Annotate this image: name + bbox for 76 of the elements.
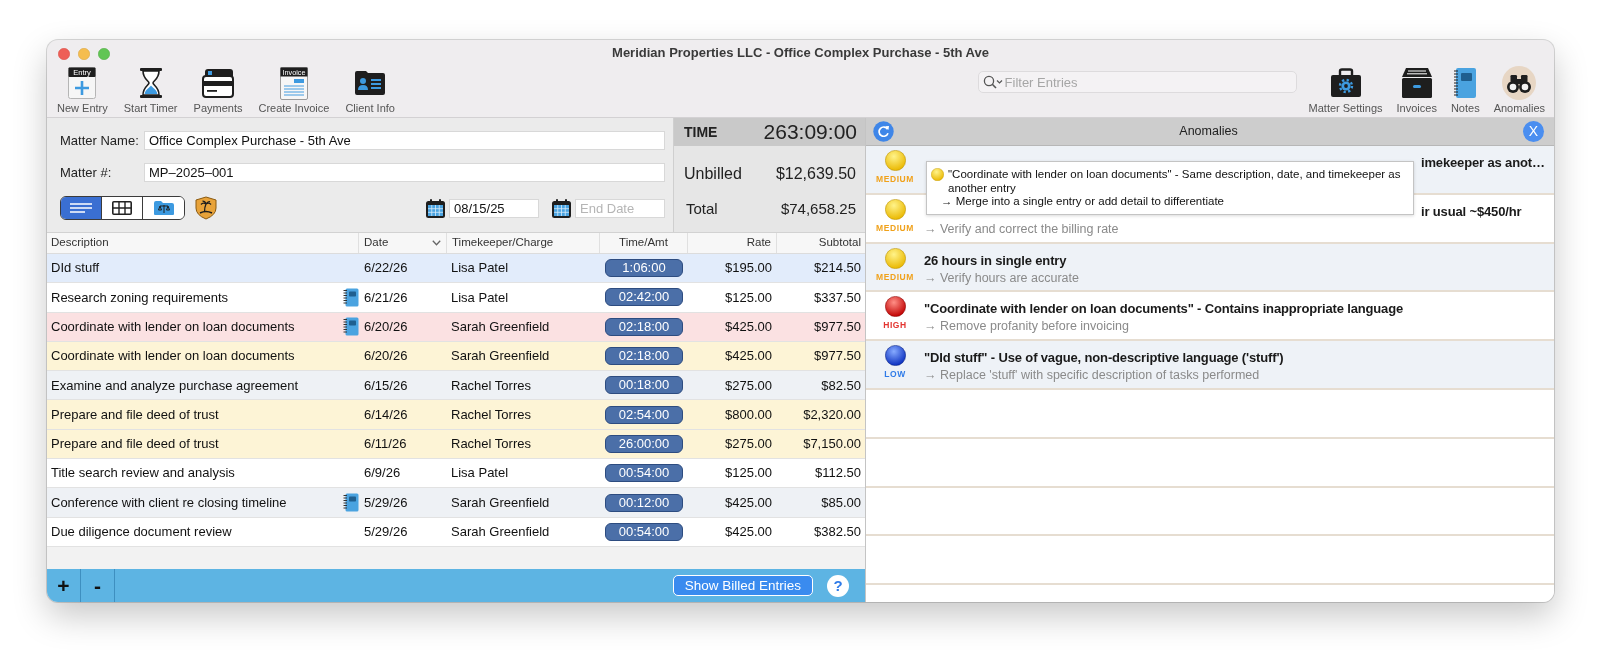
entry-subtotal: $112.50 bbox=[814, 464, 861, 483]
entry-date: 6/9/26 bbox=[364, 464, 401, 483]
hourly-rate: $425.00 bbox=[725, 523, 772, 542]
entry-subtotal: $977.50 bbox=[814, 347, 861, 366]
entry-date: 6/22/26 bbox=[364, 259, 408, 278]
severity-label: HIGH bbox=[883, 320, 907, 331]
hourly-rate: $425.00 bbox=[725, 347, 772, 366]
hourly-rate: $800.00 bbox=[725, 405, 772, 424]
window-title: Meridian Properties LLC - Office Complex Purchase - 5th Ave bbox=[612, 43, 989, 62]
hourly-rate: $275.00 bbox=[725, 435, 772, 454]
entry-description: Conference with client re closing timeline bbox=[51, 493, 287, 512]
field-label: Matter #: bbox=[60, 163, 113, 182]
severity-label: MEDIUM bbox=[875, 222, 915, 233]
entry-subtotal: $82.50 bbox=[821, 376, 861, 395]
entry-subtotal: $977.50 bbox=[814, 318, 861, 336]
entry-date: 6/15/26 bbox=[364, 376, 408, 395]
entry-date: 6/20/26 bbox=[364, 347, 408, 366]
unbilled-label: Unbilled bbox=[684, 164, 742, 184]
entry-date: 6/21/26 bbox=[364, 288, 408, 307]
entry-description: Research zoning requirements bbox=[51, 288, 229, 307]
entry-subtotal: $2,320.00 bbox=[803, 405, 861, 424]
anomaly-suggestion: → Replace 'stuff' with specific description of tasks performed bbox=[924, 367, 1260, 384]
hourly-rate: $425.00 bbox=[725, 318, 772, 336]
entry-subtotal: $214.50 bbox=[814, 259, 861, 278]
hourly-rate: $125.00 bbox=[725, 288, 772, 307]
anomaly-title: "Coordinate with lender on loan documents" - Contains inappropriate language bbox=[924, 300, 1404, 319]
entry-description: Examine and analyze purchase agreement bbox=[51, 376, 299, 395]
entry-date: 5/29/26 bbox=[364, 493, 408, 512]
tooltip-text: "Coordinate with lender on loan documents" - Same description, date, and timekeeper as another entry bbox=[948, 168, 1402, 195]
anomaly-suggestion: → Remove profanity before invoicing bbox=[924, 318, 1129, 335]
severity-label: LOW bbox=[884, 369, 906, 380]
field-label: Matter Name: bbox=[60, 131, 140, 150]
timekeeper-name: Lisa Patel bbox=[451, 464, 509, 483]
severity-label: MEDIUM bbox=[875, 271, 915, 282]
hourly-rate: $195.00 bbox=[725, 259, 772, 278]
timekeeper-name: Lisa Patel bbox=[451, 259, 509, 278]
entry-date: 6/20/26 bbox=[364, 318, 408, 336]
entry-description: Title search review and analysis bbox=[51, 464, 235, 483]
hourly-rate: $125.00 bbox=[725, 464, 772, 483]
entry-description: Coordinate with lender on loan documents bbox=[51, 347, 295, 366]
anomaly-title: 26 hours in single entry bbox=[924, 251, 1067, 270]
tooltip-suggestion: → Merge into a single entry or add detail to differentiate bbox=[940, 195, 1225, 209]
panel-title: Anomalies bbox=[1178, 123, 1239, 141]
anomaly-suggestion: → Verify hours are accurate bbox=[924, 269, 1079, 286]
unbilled-amount: $12,639.50 bbox=[775, 164, 856, 184]
entry-date: 6/11/26 bbox=[364, 435, 407, 454]
anomaly-title: ir usual ~$450/hr bbox=[1421, 202, 1522, 221]
timekeeper-name: Lisa Patel bbox=[451, 288, 509, 307]
timekeeper-name: Sarah Greenfield bbox=[451, 523, 550, 542]
timekeeper-name: Rachel Torres bbox=[451, 435, 531, 454]
entry-subtotal: $337.50 bbox=[814, 288, 861, 307]
entry-subtotal: $382.50 bbox=[814, 523, 861, 542]
timekeeper-name: Rachel Torres bbox=[451, 405, 531, 424]
severity-label: MEDIUM bbox=[875, 174, 915, 184]
entry-date: 6/14/26 bbox=[364, 405, 408, 424]
total-amount: $74,658.25 bbox=[780, 198, 856, 219]
entry-subtotal: $85.00 bbox=[821, 493, 861, 512]
hourly-rate: $275.00 bbox=[725, 376, 772, 395]
timekeeper-name: Sarah Greenfield bbox=[451, 318, 550, 336]
anomaly-title: "DId stuff" - Use of vague, non-descriptive language ('stuff') bbox=[924, 349, 1284, 368]
total-time: 263:09:00 bbox=[763, 119, 857, 146]
entry-description: Coordinate with lender on loan documents bbox=[51, 318, 295, 336]
entry-description: Prepare and file deed of trust bbox=[51, 435, 219, 454]
time-label: TIME bbox=[684, 122, 718, 142]
total-label: Total bbox=[686, 198, 718, 219]
entry-description: Due diligence document review bbox=[51, 523, 232, 542]
entry-subtotal: $7,150.00 bbox=[803, 435, 861, 454]
anomaly-suggestion: → Verify and correct the billing rate bbox=[924, 220, 1119, 237]
hourly-rate: $425.00 bbox=[725, 493, 772, 512]
entry-description: Prepare and file deed of trust bbox=[51, 405, 219, 424]
anomaly-title: imekeeper as anot… bbox=[1421, 154, 1545, 172]
timekeeper-name: Rachel Torres bbox=[451, 376, 531, 395]
entry-description: DId stuff bbox=[51, 259, 100, 278]
timekeeper-name: Sarah Greenfield bbox=[451, 493, 550, 512]
entry-date: 5/29/26 bbox=[364, 523, 408, 542]
timekeeper-name: Sarah Greenfield bbox=[451, 347, 550, 366]
